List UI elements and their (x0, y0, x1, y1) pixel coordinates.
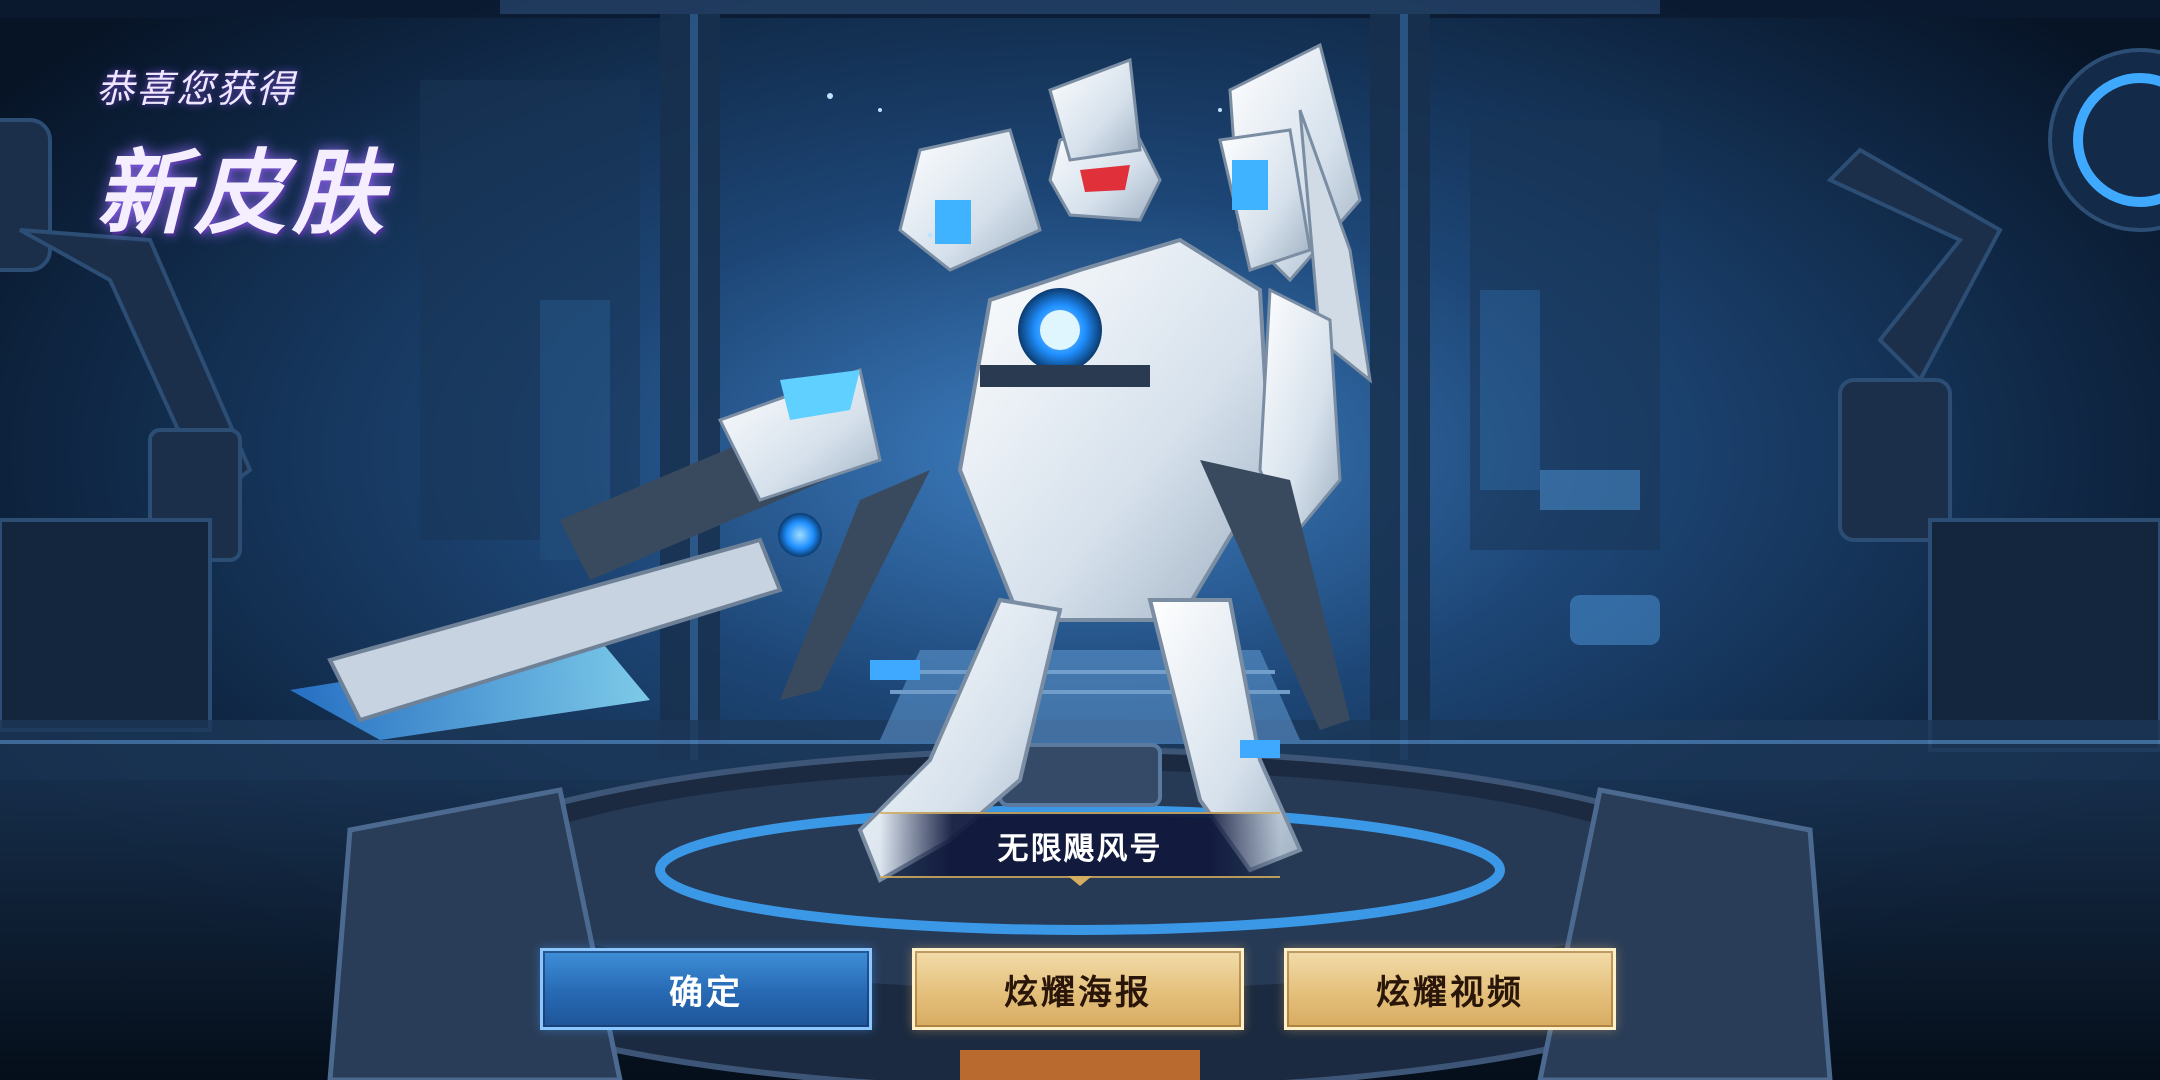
share-video-label: 炫耀视频 (1376, 972, 1524, 1013)
new-skin-title: 新皮肤 (96, 140, 391, 247)
share-video-button[interactable]: 炫耀视频 (1284, 948, 1616, 1030)
skin-name-label: 无限飓风号 (997, 830, 1163, 867)
confirm-button[interactable]: 确定 (540, 948, 872, 1030)
skin-name-banner: 无限飓风号 (880, 812, 1280, 886)
congrats-subtitle: 恭喜您获得 (96, 67, 297, 111)
share-poster-label: 炫耀海报 (1004, 972, 1152, 1013)
confirm-button-label: 确定 (669, 972, 743, 1013)
share-poster-button[interactable]: 炫耀海报 (912, 948, 1244, 1030)
reward-title-block: 恭喜您获得 新皮肤 (96, 58, 390, 252)
